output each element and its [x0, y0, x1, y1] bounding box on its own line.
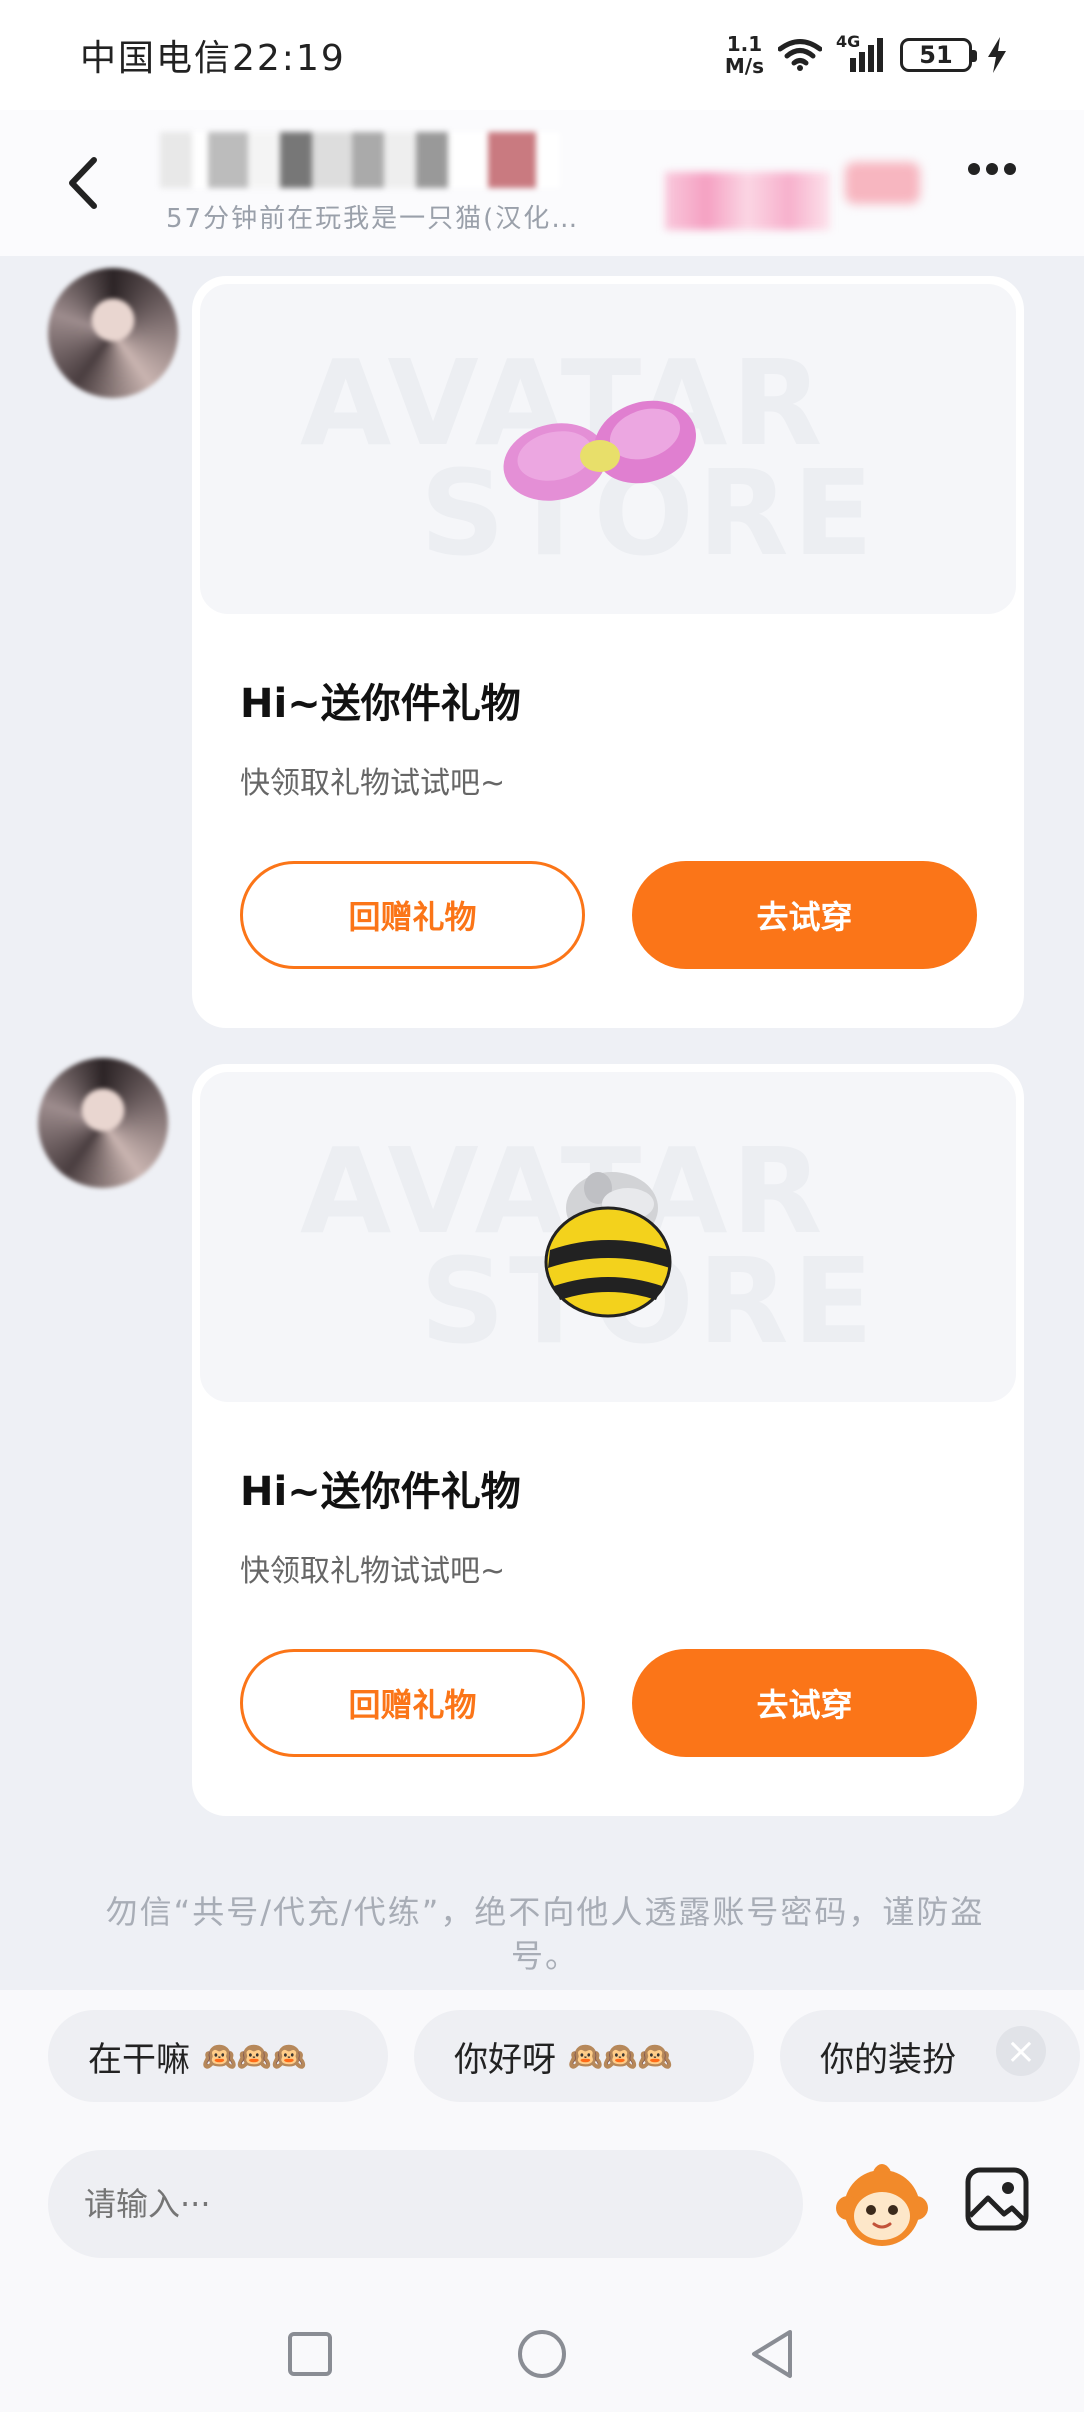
gift-title: Hi~送你件礼物 [240, 1469, 521, 1515]
monkey-emoji-icon: 🙉🙉🙉 [202, 2039, 307, 2073]
gift-description: 快领取礼物试试吧~ [240, 1554, 506, 1589]
gift-description: 快领取礼物试试吧~ [240, 766, 506, 801]
user-badge [665, 172, 830, 230]
user-level-badge [845, 162, 920, 204]
sender-avatar[interactable] [38, 1058, 168, 1188]
message-input[interactable] [48, 2150, 803, 2258]
gift-title: Hi~送你件礼物 [240, 681, 521, 727]
monkey-mascot-icon[interactable] [836, 2158, 928, 2250]
pink-bow-icon [503, 400, 696, 501]
cellular-signal-icon: 4G [836, 32, 886, 74]
try-on-button[interactable]: 去试穿 [632, 861, 977, 969]
network-speed: 1.1 M/s [724, 32, 764, 78]
chat-header: 57分钟前在玩我是一只猫(汉化… [0, 110, 1084, 256]
close-quick-replies-icon[interactable]: × [996, 2026, 1046, 2076]
quick-replies: 在干嘛 🙉🙉🙉 你好呀 🙉🙉🙉 你的装扮 [0, 2010, 1084, 2110]
home-icon[interactable] [512, 2324, 572, 2384]
monkey-emoji-icon: 🙉🙉🙉 [568, 2039, 673, 2073]
security-notice: 勿信“共号/代充/代练”，绝不向他人透露账号密码，谨防盗号。 [105, 1893, 985, 1975]
battery-icon: 51 [900, 38, 977, 72]
image-picker-icon[interactable] [964, 2166, 1030, 2232]
quick-reply-chip[interactable]: 在干嘛 🙉🙉🙉 [48, 2010, 388, 2102]
system-nav-bar [0, 2300, 1084, 2412]
charging-icon [988, 37, 1006, 73]
return-gift-button[interactable]: 回赠礼物 [240, 861, 585, 969]
more-options-icon[interactable] [968, 160, 1022, 179]
contact-name [160, 132, 560, 188]
gift-image-area: AVATAR STORE [200, 284, 1016, 614]
gift-card: AVATAR STORE Hi~送你件礼物 快领取礼物试试吧~ 回赠礼物 去试穿 [192, 1064, 1024, 1816]
wifi-icon [778, 39, 822, 71]
recent-apps-icon[interactable] [280, 2324, 340, 2384]
status-icons: 1.1 M/s 4G 51 [724, 32, 1008, 78]
gift-image-area: AVATAR STORE [200, 1072, 1016, 1402]
carrier-time: 中国电信22:19 [80, 38, 346, 79]
back-arrow-icon[interactable] [50, 148, 120, 218]
back-nav-icon[interactable] [742, 2324, 802, 2384]
bee-costume-icon [544, 1172, 672, 1318]
gift-card: AVATAR STORE Hi~送你件礼物 快领取礼物试试吧~ 回赠礼物 去试穿 [192, 276, 1024, 1028]
return-gift-button[interactable]: 回赠礼物 [240, 1649, 585, 1757]
contact-status: 57分钟前在玩我是一只猫(汉化… [166, 204, 580, 234]
sender-avatar[interactable] [48, 268, 178, 398]
quick-reply-chip[interactable]: 你好呀 🙉🙉🙉 [414, 2010, 754, 2102]
try-on-button[interactable]: 去试穿 [632, 1649, 977, 1757]
status-bar: 中国电信22:19 1.1 M/s 4G 51 [0, 0, 1084, 110]
